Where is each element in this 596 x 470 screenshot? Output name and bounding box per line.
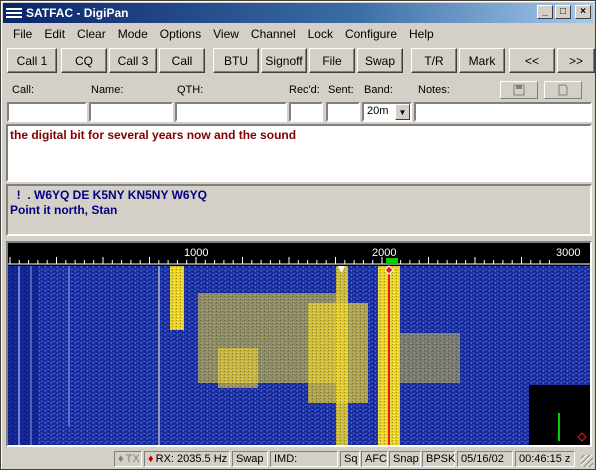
close-button[interactable]: × bbox=[575, 5, 591, 19]
file-macro-button[interactable]: File bbox=[309, 48, 355, 73]
rx-frequency: ♦ RX: 2035.5 Hz bbox=[144, 451, 230, 467]
title-bar[interactable]: SATFAC - DigiPan _ □ × bbox=[3, 3, 593, 23]
sent-field[interactable] bbox=[326, 102, 360, 122]
save-log-icon[interactable] bbox=[500, 81, 538, 99]
call1-button[interactable]: Call 1 bbox=[7, 48, 57, 73]
menu-mode[interactable]: Mode bbox=[112, 27, 154, 41]
menu-edit[interactable]: Edit bbox=[38, 27, 71, 41]
call-field[interactable] bbox=[7, 102, 87, 122]
menu-lock[interactable]: Lock bbox=[302, 27, 339, 41]
swap-status[interactable]: Swap bbox=[232, 451, 268, 467]
rx-diamond-icon: ♦ bbox=[148, 453, 154, 465]
signoff-button[interactable]: Signoff bbox=[261, 48, 307, 73]
macro-toolbar: Call 1 CQ Call 3 Call BTU Signoff File S… bbox=[5, 48, 595, 74]
imd-readout: IMD: bbox=[270, 451, 338, 467]
name-label: Name: bbox=[91, 84, 124, 96]
band-select[interactable]: 20m ▼ bbox=[362, 102, 412, 122]
menu-view[interactable]: View bbox=[207, 27, 245, 41]
menu-channel[interactable]: Channel bbox=[245, 27, 302, 41]
afc-toggle[interactable]: AFC bbox=[361, 451, 388, 467]
recd-field[interactable] bbox=[289, 102, 323, 122]
scroll-left-button[interactable]: << bbox=[509, 48, 555, 73]
mode-indicator[interactable]: BPSK bbox=[422, 451, 455, 467]
swap-button[interactable]: Swap bbox=[357, 48, 403, 73]
band-label: Band: bbox=[364, 84, 393, 96]
receive-line: ! . W6YQ DE K5NY KN5NY W6YQ bbox=[10, 188, 207, 202]
snap-toggle[interactable]: Snap bbox=[389, 451, 421, 467]
app-icon[interactable] bbox=[6, 5, 22, 21]
menu-help[interactable]: Help bbox=[403, 27, 440, 41]
scroll-right-button[interactable]: >> bbox=[557, 48, 595, 73]
notes-label: Notes: bbox=[418, 84, 450, 96]
app-window: SATFAC - DigiPan _ □ × File Edit Clear M… bbox=[0, 0, 596, 470]
menu-configure[interactable]: Configure bbox=[339, 27, 403, 41]
tuning-marker bbox=[386, 258, 398, 264]
minimize-button[interactable]: _ bbox=[537, 5, 553, 19]
transmit-text: the digital bit for several years now an… bbox=[10, 128, 297, 142]
qth-field[interactable] bbox=[175, 102, 287, 122]
scale-tick-label: 3000 bbox=[556, 247, 580, 259]
receive-pane[interactable]: ! . W6YQ DE K5NY KN5NY W6YQ Point it nor… bbox=[6, 184, 592, 236]
call-button[interactable]: Call bbox=[159, 48, 205, 73]
name-field[interactable] bbox=[89, 102, 173, 122]
notes-field[interactable] bbox=[414, 102, 592, 122]
receive-line: Point it north, Stan bbox=[10, 203, 118, 217]
call-label: Call: bbox=[12, 84, 35, 96]
cq-button[interactable]: CQ bbox=[61, 48, 107, 73]
squelch-toggle[interactable]: Sq bbox=[340, 451, 360, 467]
qth-label: QTH: bbox=[177, 84, 204, 96]
menu-clear[interactable]: Clear bbox=[71, 27, 112, 41]
scale-tick-label: 2000 bbox=[372, 247, 396, 259]
tr-button[interactable]: T/R bbox=[411, 48, 457, 73]
recd-label: Rec'd: bbox=[289, 84, 320, 96]
btu-button[interactable]: BTU bbox=[213, 48, 259, 73]
menu-file[interactable]: File bbox=[7, 27, 38, 41]
menu-bar: File Edit Clear Mode Options View Channe… bbox=[3, 24, 593, 44]
band-value: 20m bbox=[367, 105, 389, 117]
new-log-icon[interactable] bbox=[544, 81, 582, 99]
resize-grip-icon[interactable] bbox=[581, 455, 593, 467]
sent-label: Sent: bbox=[328, 84, 354, 96]
waterfall-display[interactable]: 1000 2000 3000 bbox=[6, 241, 592, 447]
time-readout: 00:46:15 z bbox=[515, 451, 575, 467]
window-title: SATFAC - DigiPan bbox=[26, 6, 129, 20]
transmit-pane[interactable]: the digital bit for several years now an… bbox=[6, 124, 592, 182]
status-bar: ♦ TX ♦ RX: 2035.5 Hz Swap IMD: Sq AFC Snap… bbox=[1, 449, 596, 469]
tx-indicator: ♦ TX bbox=[114, 451, 142, 467]
scale-tick-label: 1000 bbox=[184, 247, 208, 259]
chevron-down-icon[interactable]: ▼ bbox=[395, 104, 410, 120]
date-readout: 05/16/02 bbox=[457, 451, 513, 467]
call3-button[interactable]: Call 3 bbox=[109, 48, 157, 73]
menu-options[interactable]: Options bbox=[154, 27, 207, 41]
maximize-button[interactable]: □ bbox=[555, 5, 571, 19]
mark-button[interactable]: Mark bbox=[459, 48, 505, 73]
